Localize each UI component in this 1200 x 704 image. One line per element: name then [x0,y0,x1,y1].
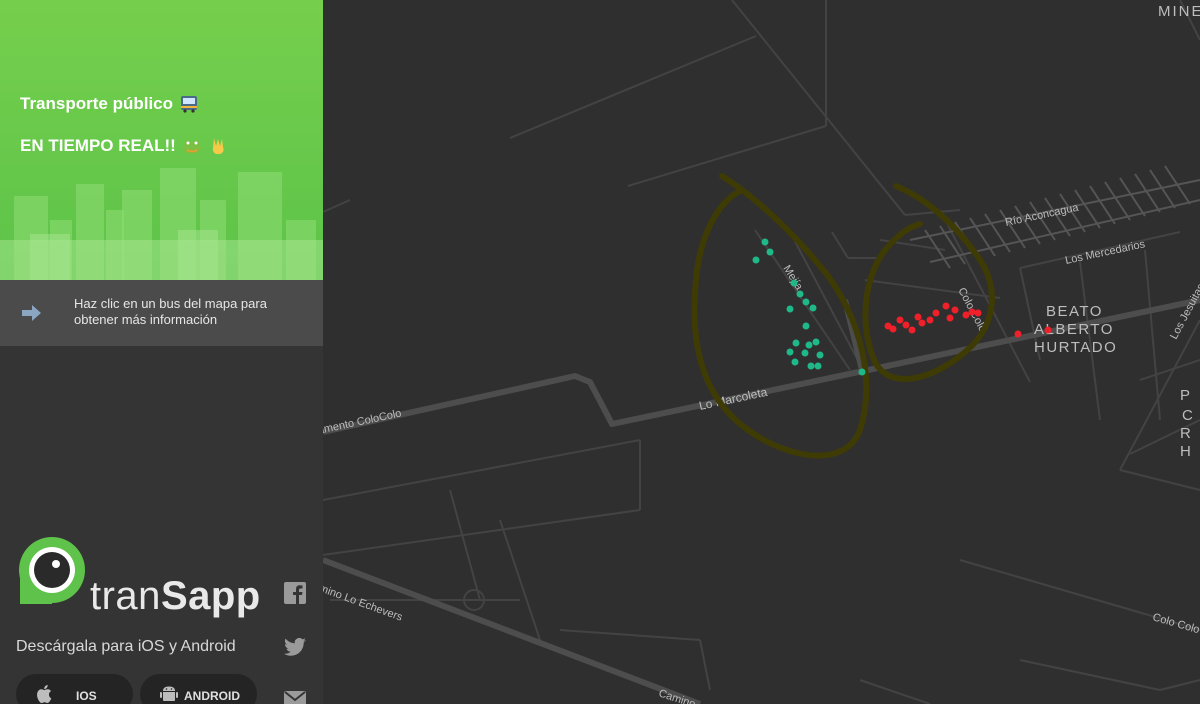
bus-marker[interactable] [816,351,824,359]
brand-left: tran [90,574,161,618]
ios-label: IOS [76,689,97,703]
label-edge-c: C [1182,407,1193,424]
email-icon[interactable] [284,688,306,704]
bus-marker[interactable] [918,319,926,327]
bus-marker[interactable] [752,256,760,264]
label-hurtado: HURTADO [1034,339,1117,356]
transapp-camera-logo-icon [19,537,85,604]
city-skyline-illustration [0,168,323,280]
bus-marker[interactable] [926,316,934,324]
arrow-right-icon [22,305,41,321]
bus-marker[interactable] [1014,330,1022,338]
bus-marker[interactable] [858,368,866,376]
bus-marker[interactable] [968,308,976,316]
brand-right: Sapp [160,574,261,618]
apple-icon [37,685,52,703]
label-edge-r: R [1180,425,1191,442]
bus-marker[interactable] [896,316,904,324]
bus-marker[interactable] [801,349,809,357]
bus-marker[interactable] [942,302,950,310]
bus-marker[interactable] [974,309,982,317]
bus-marker[interactable] [812,338,820,346]
label-edge-p: P [1180,387,1190,404]
bus-marker[interactable] [766,248,774,256]
bus-marker[interactable] [1044,326,1052,334]
bus-marker[interactable] [946,314,954,322]
victory-hand-emoji-icon [212,138,224,154]
bus-marker[interactable] [802,322,810,330]
bus-marker[interactable] [805,341,813,349]
bus-marker[interactable] [962,311,970,319]
hero-title: Transporte público [20,94,199,114]
bus-marker[interactable] [807,362,815,370]
bus-marker[interactable] [902,321,910,329]
frog-emoji-icon [182,140,201,154]
hero-subtitle: EN TIEMPO REAL!! [20,136,228,156]
bus-marker[interactable] [951,306,959,314]
download-text: Descárgala para iOS y Android [16,638,236,655]
bus-marker[interactable] [814,362,822,370]
hero-banner: Transporte público EN TIEMPO REAL!! [0,0,323,280]
brand-wordmark: tranSapp [90,576,261,616]
bus-marker[interactable] [761,238,769,246]
bus-marker[interactable] [809,304,817,312]
hero-title-text: Transporte público [20,94,174,113]
facebook-icon[interactable] [284,582,306,604]
sidebar: Transporte público EN TIEMPO REAL!! Haz … [0,0,323,704]
label-beato: BEATO [1046,303,1103,320]
bus-marker[interactable] [932,309,940,317]
label-mine: MINE [1158,3,1200,20]
bus-emoji-icon [181,96,198,113]
android-download-button[interactable]: ANDROID [140,674,257,704]
bus-marker[interactable] [908,326,916,334]
instruction-banner: Haz clic en un bus del mapa para obtener… [0,280,323,346]
bus-marker[interactable] [889,325,897,333]
bus-marker[interactable] [802,298,810,306]
bus-marker[interactable] [790,279,798,287]
instruction-text: Haz clic en un bus del mapa para obtener… [74,296,267,327]
label-edge-h: H [1180,443,1191,460]
android-icon [160,686,178,701]
bus-marker[interactable] [786,305,794,313]
ios-download-button[interactable]: IOS [16,674,133,704]
bus-marker[interactable] [914,313,922,321]
hero-subtitle-text: EN TIEMPO REAL!! [20,136,176,155]
bus-marker[interactable] [792,339,800,347]
twitter-icon[interactable] [284,636,306,658]
bus-marker[interactable] [796,290,804,298]
bus-marker[interactable] [791,358,799,366]
android-label: ANDROID [184,689,240,703]
bus-marker[interactable] [786,348,794,356]
